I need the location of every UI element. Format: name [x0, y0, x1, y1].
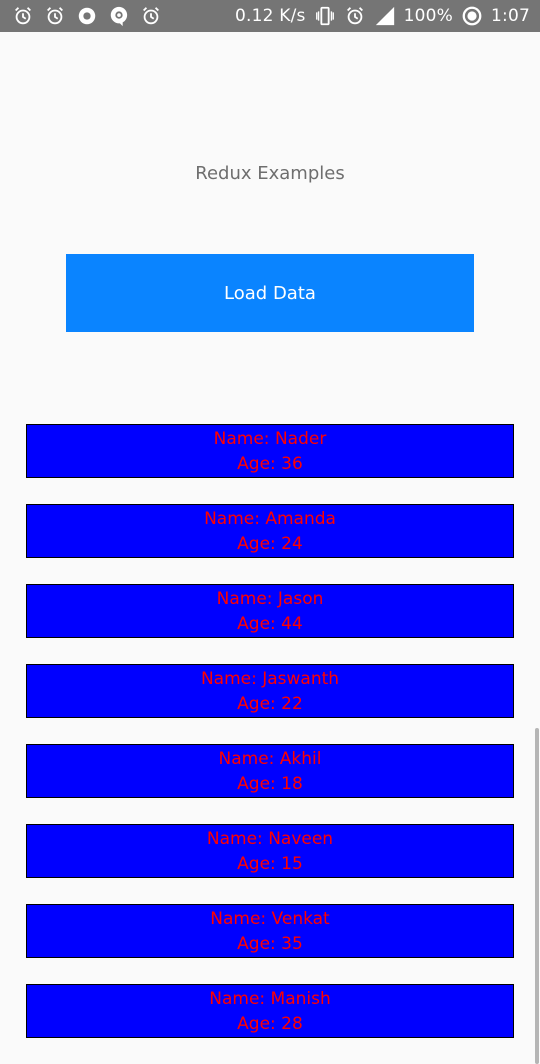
person-age: Age: 18: [237, 774, 303, 794]
battery-percent: 100%: [403, 6, 454, 26]
person-card: Name: Jaswanth Age: 22: [26, 664, 514, 718]
vibrate-icon: [314, 5, 336, 27]
person-name: Name: Amanda: [204, 509, 336, 529]
page-title: Redux Examples: [195, 163, 345, 184]
person-name: Name: Jaswanth: [200, 669, 340, 689]
person-card: Name: Amanda Age: 24: [26, 504, 514, 558]
clock: 1:07: [491, 6, 530, 26]
person-name: Name: Akhil: [218, 749, 322, 769]
app-content: Redux Examples Load Data Name: Nader Age…: [0, 32, 540, 1064]
notification-icons: [12, 5, 162, 27]
person-card: Name: Naveen Age: 15: [26, 824, 514, 878]
person-age: Age: 35: [237, 934, 303, 954]
person-age: Age: 15: [237, 854, 303, 874]
alarm-icon: [12, 5, 34, 27]
person-name: Name: Naveen: [206, 829, 334, 849]
network-speed: 0.12 K/s: [235, 6, 306, 26]
alarm-icon: [344, 5, 366, 27]
person-name: Name: Jason: [216, 589, 324, 609]
battery-icon: [461, 5, 483, 27]
person-name: Name: Nader: [213, 429, 327, 449]
load-data-button[interactable]: Load Data: [66, 254, 474, 332]
person-name: Name: Manish: [209, 989, 331, 1009]
person-age: Age: 22: [237, 694, 303, 714]
person-age: Age: 24: [237, 534, 303, 554]
person-card: Name: Jason Age: 44: [26, 584, 514, 638]
at-notification-icon: [108, 5, 130, 27]
person-name: Name: Venkat: [210, 909, 330, 929]
person-card: Name: Venkat Age: 35: [26, 904, 514, 958]
person-card: Name: Manish Age: 28: [26, 984, 514, 1038]
people-list: Name: Nader Age: 36 Name: Amanda Age: 24…: [26, 424, 514, 1064]
alarm-icon: [44, 5, 66, 27]
record-icon: [76, 5, 98, 27]
alarm-icon: [140, 5, 162, 27]
person-card: Name: Nader Age: 36: [26, 424, 514, 478]
signal-icon: [374, 5, 396, 27]
status-bar: 0.12 K/s 100% 1:07: [0, 0, 540, 32]
scrollbar[interactable]: [535, 728, 539, 1064]
person-age: Age: 28: [237, 1014, 303, 1034]
person-age: Age: 44: [237, 614, 303, 634]
person-card: Name: Akhil Age: 18: [26, 744, 514, 798]
system-status: 0.12 K/s 100% 1:07: [235, 5, 530, 27]
person-age: Age: 36: [237, 454, 303, 474]
